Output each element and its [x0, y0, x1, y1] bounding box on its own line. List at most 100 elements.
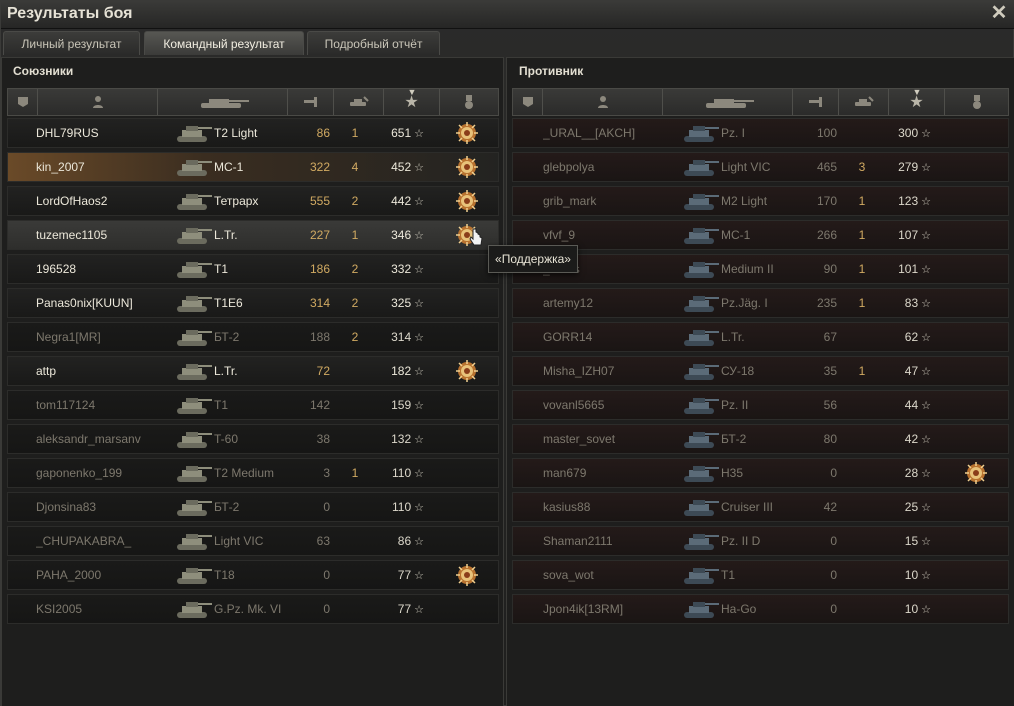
player-row[interactable]: _URAL__[AKCH] Pz. I 100 300 ☆: [512, 118, 1009, 148]
player-row[interactable]: artemy12 Pz.Jäg. I 235 1 83 ☆: [512, 288, 1009, 318]
medal-cell: [456, 289, 480, 317]
player-row[interactable]: kin_2007 MC-1 322 4 452 ☆: [7, 152, 499, 182]
xp-value: 182: [391, 364, 412, 378]
player-row[interactable]: tuzemec1105 L.Tr. 227 1 346 ☆: [7, 220, 499, 250]
kills-column-header[interactable]: [839, 89, 889, 115]
xp-cell: 110 ☆: [376, 459, 424, 487]
player-name: Misha_IZH07: [543, 364, 615, 378]
player-row[interactable]: man679 H35 0 28 ☆: [512, 458, 1009, 488]
xp-cell: 279 ☆: [883, 153, 931, 181]
vehicle-icon: [684, 228, 719, 244]
kills-value: [338, 595, 372, 623]
player-row[interactable]: grib_mark M2 Light 170 1 123 ☆: [512, 186, 1009, 216]
player-row[interactable]: KSI2005 G.Pz. Mk. VI 0 77 ☆: [7, 594, 499, 624]
player-name: _CHUPAKABRA_: [36, 534, 132, 548]
player-row[interactable]: DHL79RUS T2 Light 86 1 651 ☆: [7, 118, 499, 148]
star-icon: ☆: [921, 570, 931, 582]
player-column-header[interactable]: [543, 89, 663, 115]
kills-value: [338, 425, 372, 453]
xp-column-header[interactable]: ▼ ★: [889, 87, 945, 115]
medal-icon[interactable]: [456, 156, 478, 178]
damage-column-header[interactable]: [288, 89, 334, 115]
star-icon: ☆: [414, 570, 424, 582]
player-row[interactable]: kasius88 Cruiser III 42 25 ☆: [512, 492, 1009, 522]
player-column-header[interactable]: [38, 89, 158, 115]
medal-icon[interactable]: [456, 122, 478, 144]
damage-icon: [303, 97, 317, 107]
star-icon: ☆: [414, 604, 424, 616]
damage-value: 555: [309, 194, 330, 208]
vehicle-icon: [177, 364, 212, 380]
player-row[interactable]: Misha_IZH07 СУ-18 35 1 47 ☆: [512, 356, 1009, 386]
player-row[interactable]: 196528 T1 186 2 332 ☆: [7, 254, 499, 284]
kills-value: [845, 119, 879, 147]
squad-column-header[interactable]: [513, 89, 543, 115]
player-row[interactable]: tom117124 T1 142 159 ☆: [7, 390, 499, 420]
sort-arrow-icon: ▼: [407, 87, 417, 97]
vehicle-icon: [684, 194, 719, 210]
tab-team-result[interactable]: Командный результат: [144, 31, 304, 55]
player-name: vovanl5665: [543, 398, 605, 412]
kills-column-header[interactable]: [334, 89, 384, 115]
xp-value: 42: [904, 432, 919, 446]
star-icon: ☆: [921, 400, 931, 412]
medal-icon[interactable]: [965, 462, 987, 484]
medal-icon: [465, 95, 473, 109]
damage-value: 235: [816, 296, 837, 310]
player-row[interactable]: GORR14 L.Tr. 67 62 ☆: [512, 322, 1009, 352]
kills-icon: [349, 96, 369, 106]
star-icon: ☆: [414, 332, 424, 344]
vehicle-icon: [177, 262, 212, 278]
xp-cell: 442 ☆: [376, 187, 424, 215]
player-row[interactable]: Shaman2111 Pz. II D 0 15 ☆: [512, 526, 1009, 556]
player-row[interactable]: LordOfHaos2 Тетрарх 555 2 442 ☆: [7, 186, 499, 216]
damage-value: 56: [823, 398, 837, 412]
player-row[interactable]: _76rusMedium II901101☆: [512, 254, 1009, 284]
damage-value: 322: [309, 160, 330, 174]
player-name: DHL79RUS: [36, 126, 99, 140]
player-row[interactable]: glebpolya Light VIC 465 3 279 ☆: [512, 152, 1009, 182]
player-row[interactable]: Jpon4ik[13RM] Ha-Go 0 10 ☆: [512, 594, 1009, 624]
medal-cell: [965, 187, 989, 215]
vehicle-icon: [684, 602, 719, 618]
player-row[interactable]: master_sovet БТ-2 80 42 ☆: [512, 424, 1009, 454]
medal-cell: [456, 527, 480, 555]
player-name: tuzemec1105: [36, 228, 108, 242]
player-row[interactable]: Panas0nix[KUUN] T1E6 314 2 325 ☆: [7, 288, 499, 318]
medal-icon[interactable]: [456, 190, 478, 212]
player-row[interactable]: vfvf_9 MC-1 266 1 107 ☆: [512, 220, 1009, 250]
kills-value: 1: [858, 364, 866, 378]
vehicle-icon: [684, 364, 719, 380]
close-icon[interactable]: ✕: [989, 2, 1009, 24]
player-name: tom117124: [36, 398, 96, 412]
tank-column-header[interactable]: [663, 89, 793, 115]
player-name: PAHA_2000: [36, 568, 102, 582]
tab-personal-result[interactable]: Личный результат: [3, 31, 140, 55]
xp-column-header[interactable]: ▼ ★: [384, 87, 440, 115]
star-icon: ☆: [921, 230, 931, 242]
tab-detailed-report[interactable]: Подробный отчёт: [307, 31, 440, 55]
damage-column-header[interactable]: [793, 89, 839, 115]
player-row[interactable]: sova_wot T1 0 10 ☆: [512, 560, 1009, 590]
kills-value: [845, 459, 879, 487]
player-row[interactable]: gaponenko_199 T2 Medium 3 1 110 ☆: [7, 458, 499, 488]
player-row[interactable]: vovanl5665 Pz. II 56 44 ☆: [512, 390, 1009, 420]
player-row[interactable]: Djonsina83 БТ-2 0 110 ☆: [7, 492, 499, 522]
player-row[interactable]: aleksandr_marsanv T-60 38 132 ☆: [7, 424, 499, 454]
xp-cell: 42 ☆: [883, 425, 931, 453]
player-row[interactable]: _CHUPAKABRA_ Light VIC 63 86 ☆: [7, 526, 499, 556]
squad-column-header[interactable]: [8, 89, 38, 115]
player-row[interactable]: PAHA_2000 T18 0 77 ☆: [7, 560, 499, 590]
medal-column-header[interactable]: [440, 89, 498, 115]
medal-cell: [965, 527, 989, 555]
medal-icon[interactable]: [456, 360, 478, 382]
player-row[interactable]: attp L.Tr. 72 182 ☆: [7, 356, 499, 386]
vehicle-icon: [177, 602, 212, 618]
medal-icon[interactable]: [456, 564, 478, 586]
vehicle-icon: [177, 568, 212, 584]
player-row[interactable]: Negra1[MR] БТ-2 188 2 314 ☆: [7, 322, 499, 352]
tank-column-header[interactable]: [158, 89, 288, 115]
star-icon: ☆: [414, 536, 424, 548]
medal-column-header[interactable]: [945, 89, 1008, 115]
star-icon: ☆: [414, 230, 424, 242]
